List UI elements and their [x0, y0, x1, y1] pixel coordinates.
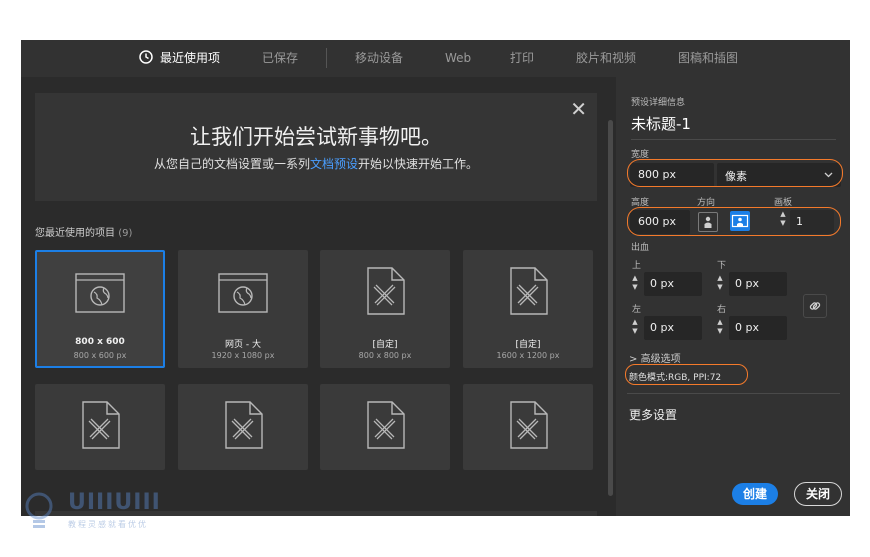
recent-items-label: 您最近使用的项目 — [35, 228, 115, 239]
tab-film-video[interactable]: 胶片和视频 — [576, 40, 636, 76]
new-document-dialog: 最近使用项 已保存 移动设备 Web 打印 胶片和视频 图稿和插图 ✕ 让我们开… — [21, 40, 850, 516]
custom-document-icon — [367, 401, 405, 449]
bleed-top-stepper[interactable]: ▲ ▼ — [630, 274, 640, 292]
preset-card[interactable] — [463, 384, 593, 470]
recent-items-count: (9) — [118, 228, 133, 239]
chain-link-icon — [809, 302, 821, 310]
bleed-bottom-label: 下 — [717, 261, 727, 271]
tab-saved[interactable]: 已保存 — [262, 40, 298, 76]
preset-card-size: 800 x 600 px — [73, 351, 127, 360]
preset-card[interactable]: 800 x 600 800 x 600 px — [35, 250, 165, 368]
preset-card-name: [自定] — [515, 340, 541, 350]
bleed-right-field[interactable]: 0 px — [729, 316, 787, 340]
custom-document-icon — [367, 267, 405, 315]
category-tabs: 最近使用项 已保存 移动设备 Web 打印 胶片和视频 图稿和插图 — [21, 40, 850, 78]
create-button[interactable]: 创建 — [732, 483, 778, 505]
recent-items-heading: 您最近使用的项目 (9) — [35, 224, 132, 239]
document-title[interactable]: 未标题-1 — [631, 113, 691, 134]
preset-card-name: [自定] — [372, 340, 398, 350]
lightbulb-logo-icon — [25, 492, 53, 528]
bleed-bottom-value: 0 px — [735, 277, 759, 290]
close-banner-icon[interactable]: ✕ — [570, 97, 587, 121]
width-highlight — [627, 159, 843, 187]
link-bleed-button[interactable] — [803, 294, 827, 318]
welcome-banner: ✕ 让我们开始尝试新事物吧。 从您自己的文档设置或一系列文档预设开始以快速开始工… — [35, 93, 597, 201]
bleed-left-value: 0 px — [650, 321, 674, 334]
preset-card[interactable]: 网页 - 大 1920 x 1080 px — [178, 250, 308, 368]
color-mode-highlight — [625, 364, 748, 385]
height-highlight — [627, 207, 841, 236]
preset-details-heading: 预设详细信息 — [631, 98, 686, 108]
more-settings-button[interactable]: 更多设置 — [629, 406, 677, 423]
preset-card[interactable] — [35, 384, 165, 470]
bleed-top-value: 0 px — [650, 277, 674, 290]
bleed-bottom-stepper[interactable]: ▲ ▼ — [715, 274, 725, 292]
custom-document-icon — [82, 401, 120, 449]
welcome-subtitle: 从您自己的文档设置或一系列文档预设开始以快速开始工作。 — [35, 155, 597, 172]
preset-card[interactable] — [178, 384, 308, 470]
bleed-right-stepper[interactable]: ▲ ▼ — [715, 318, 725, 336]
scrollbar[interactable] — [608, 120, 613, 496]
welcome-subtitle-text-end: 开始以快速开始工作。 — [358, 157, 479, 171]
bleed-top-field[interactable]: 0 px — [644, 272, 702, 296]
title-underline — [631, 139, 836, 140]
preset-card-size: 1920 x 1080 px — [211, 351, 275, 360]
bleed-left-label: 左 — [632, 305, 642, 315]
bleed-left-field[interactable]: 0 px — [644, 316, 702, 340]
tab-divider — [326, 48, 327, 68]
bleed-right-label: 右 — [717, 305, 727, 315]
watermark-text: UIIIUIII — [68, 490, 161, 515]
advanced-options-toggle[interactable]: > 高级选项 — [629, 350, 681, 365]
preset-card[interactable] — [320, 384, 450, 470]
tab-web[interactable]: Web — [445, 40, 471, 76]
clock-icon — [139, 50, 153, 64]
watermark: UIIIUIII 教程灵感就看优优 — [24, 490, 184, 535]
tab-recent[interactable]: 最近使用项 — [160, 40, 220, 76]
preset-card-size: 1600 x 1200 px — [496, 351, 560, 360]
tab-art-illustration[interactable]: 图稿和插图 — [678, 40, 738, 76]
document-presets-link[interactable]: 文档预设 — [310, 157, 358, 171]
bleed-label: 出血 — [631, 243, 650, 253]
preset-card-size: 800 x 800 px — [358, 351, 412, 360]
custom-document-icon — [225, 401, 263, 449]
web-document-icon — [75, 273, 125, 313]
custom-document-icon — [510, 401, 548, 449]
preset-card[interactable]: [自定] 800 x 800 px — [320, 250, 450, 368]
presets-area: ✕ 让我们开始尝试新事物吧。 从您自己的文档设置或一系列文档预设开始以快速开始工… — [21, 77, 616, 516]
close-button[interactable]: 关闭 — [794, 482, 842, 506]
preset-card-name: 网页 - 大 — [225, 340, 261, 350]
preset-card[interactable]: [自定] 1600 x 1200 px — [463, 250, 593, 368]
watermark-subtext: 教程灵感就看优优 — [68, 520, 148, 529]
tab-mobile[interactable]: 移动设备 — [355, 40, 403, 76]
panel-divider — [627, 393, 840, 394]
bleed-left-stepper[interactable]: ▲ ▼ — [630, 318, 640, 336]
bleed-bottom-field[interactable]: 0 px — [729, 272, 787, 296]
bleed-right-value: 0 px — [735, 321, 759, 334]
preset-details-panel: 预设详细信息 未标题-1 宽度 800 px 像素 高度 方向 画板 600 p… — [616, 77, 850, 516]
preset-card-name: 800 x 600 — [75, 337, 125, 347]
welcome-subtitle-text: 从您自己的文档设置或一系列 — [153, 157, 310, 171]
custom-document-icon — [510, 267, 548, 315]
bleed-top-label: 上 — [632, 261, 642, 271]
tab-print[interactable]: 打印 — [510, 40, 534, 76]
web-document-icon — [218, 273, 268, 313]
welcome-title: 让我们开始尝试新事物吧。 — [190, 125, 442, 149]
